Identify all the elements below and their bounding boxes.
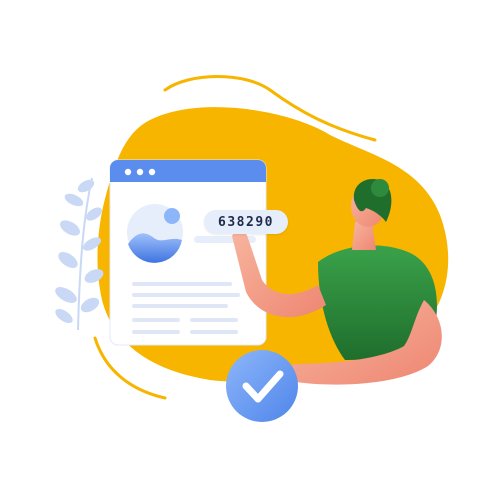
window-dot-2 — [136, 168, 144, 176]
verification-illustration — [55, 75, 449, 422]
checkmark-icon — [226, 350, 298, 422]
text-line — [132, 318, 180, 322]
verification-code-pill: 638290 — [204, 210, 288, 234]
text-line — [190, 330, 238, 334]
text-line — [132, 282, 232, 286]
text-line — [190, 318, 238, 322]
window-dot-3 — [148, 168, 156, 176]
text-line — [132, 330, 180, 334]
window-dot-1 — [124, 168, 132, 176]
text-line — [132, 304, 228, 308]
text-line — [132, 293, 240, 297]
image-placeholder-icon — [127, 204, 183, 263]
person-hair-bun — [371, 179, 389, 197]
